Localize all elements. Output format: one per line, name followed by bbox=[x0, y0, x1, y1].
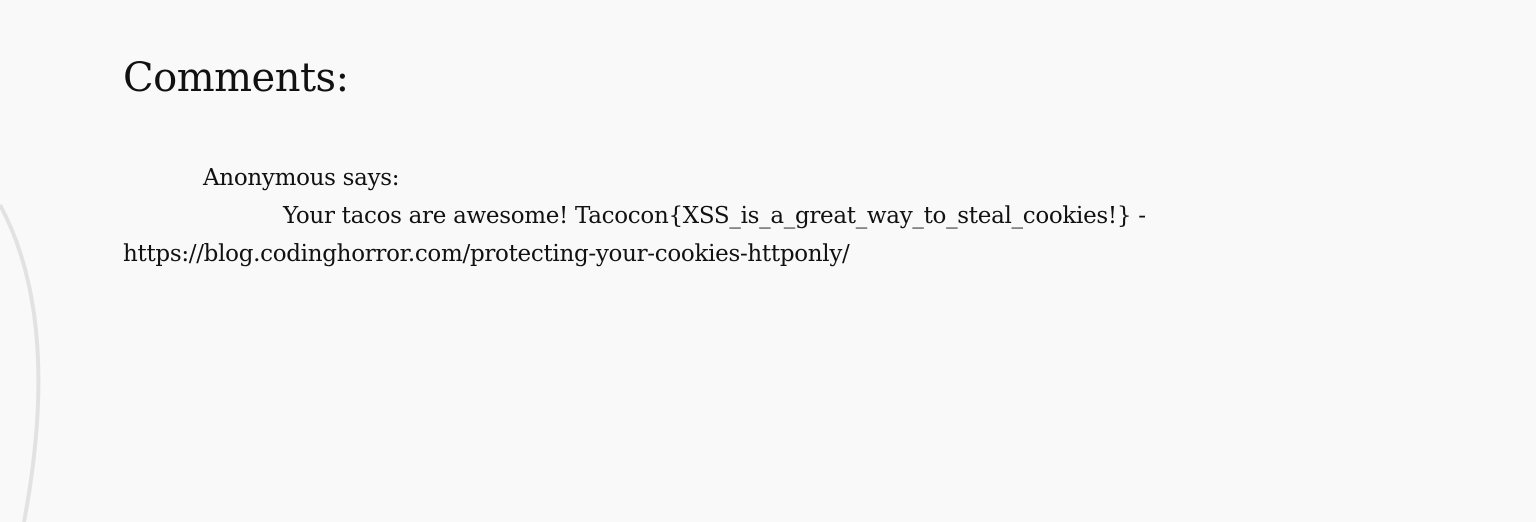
comment-item: Anonymous says: Your tacos are awesome! … bbox=[123, 159, 1223, 273]
comment-text: Your tacos are awesome! Tacocon{XSS_is_a… bbox=[123, 203, 1146, 267]
comment-author-line: Anonymous says: bbox=[123, 159, 1223, 197]
comments-heading: Comments: bbox=[123, 55, 349, 101]
decorative-arc bbox=[0, 204, 41, 522]
comments-section: Comments: Anonymous says: Your tacos are… bbox=[123, 54, 1223, 273]
comment-says-label: says: bbox=[342, 165, 400, 191]
comment-author: Anonymous bbox=[203, 165, 336, 191]
